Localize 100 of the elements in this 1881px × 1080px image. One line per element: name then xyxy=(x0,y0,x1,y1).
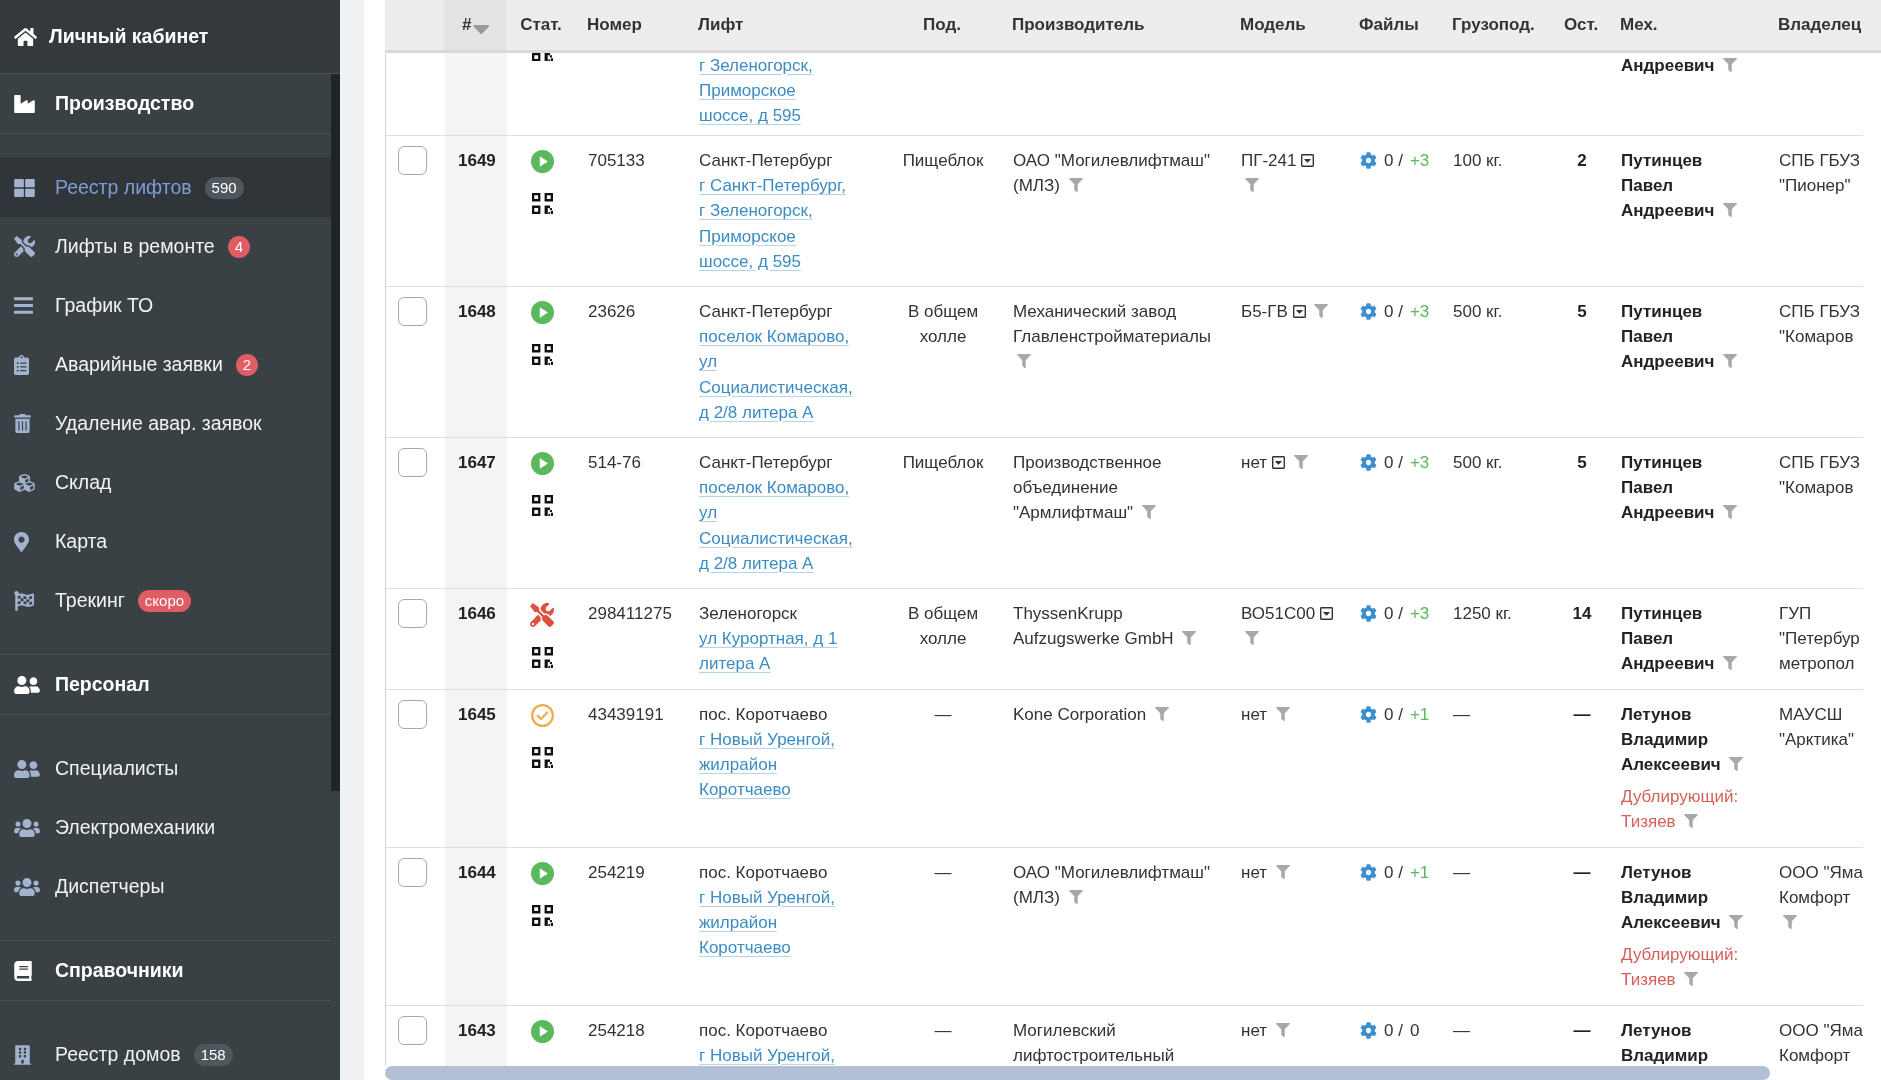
column-header[interactable]: Лифт xyxy=(698,15,744,35)
column-header[interactable]: Мех. xyxy=(1620,15,1658,35)
backup-mechanic-name: Тизяев xyxy=(1621,970,1676,990)
scrollbar-thumb[interactable] xyxy=(385,1066,1770,1080)
city-name: пос. Коротчаево xyxy=(699,861,828,884)
nav-item[interactable]: Реестр домов 158 xyxy=(0,1025,331,1080)
address-link[interactable]: г Новый Уренгой, жилрайон Коротчаево xyxy=(699,884,835,961)
column-header[interactable]: Под. xyxy=(923,15,961,35)
nav-item[interactable]: График ТО xyxy=(0,276,331,335)
qr-code-icon[interactable] xyxy=(531,904,553,926)
people-group-icon xyxy=(14,877,40,896)
entrance-text: — xyxy=(934,704,952,724)
nav-item[interactable]: Специалисты xyxy=(0,739,331,798)
column-header[interactable]: # xyxy=(462,15,490,35)
filter-icon[interactable] xyxy=(1068,178,1083,193)
filter-icon[interactable] xyxy=(1723,505,1738,520)
gear-icon[interactable] xyxy=(1360,605,1377,623)
row-checkbox[interactable] xyxy=(398,448,427,478)
filter-icon[interactable] xyxy=(1783,915,1797,930)
column-header[interactable]: Модель xyxy=(1240,15,1306,35)
qr-code-icon[interactable] xyxy=(531,746,553,768)
column-header[interactable]: Производитель xyxy=(1012,15,1145,35)
nav-item[interactable]: Карта xyxy=(0,512,331,571)
mechanic-name: Путинцев Павел Андреевич xyxy=(1621,604,1715,674)
address-link[interactable]: г Новый Уренгой, жилрайон Коротчаево xyxy=(699,726,835,803)
row-checkbox[interactable] xyxy=(398,857,427,887)
row-checkbox[interactable] xyxy=(398,1015,427,1045)
scrollbar-thumb[interactable] xyxy=(331,74,340,791)
filter-icon[interactable] xyxy=(1684,972,1699,987)
address-link[interactable]: поселок Комарово, ул Социалистическая, д 2/8 литера А xyxy=(699,324,853,426)
column-header[interactable]: Файлы xyxy=(1359,15,1419,35)
filter-icon[interactable] xyxy=(1275,864,1290,879)
filter-icon[interactable] xyxy=(1068,889,1083,904)
row-checkbox[interactable] xyxy=(398,146,427,175)
filter-icon[interactable] xyxy=(1729,915,1744,930)
qr-code-icon[interactable] xyxy=(531,193,553,214)
filter-icon[interactable] xyxy=(1684,814,1699,829)
row-checkbox[interactable] xyxy=(398,599,427,629)
row-checkbox[interactable] xyxy=(398,297,427,326)
row-checkbox[interactable] xyxy=(398,699,427,729)
nav-item[interactable]: Реестр лифтов 590 xyxy=(0,158,331,217)
nav-item[interactable]: Удаление авар. заявок xyxy=(0,394,331,453)
address-link[interactable]: поселок Комарово, ул Социалистическая, д 2/8 литера А xyxy=(699,475,853,577)
filter-icon[interactable] xyxy=(1314,304,1329,318)
home-link[interactable]: Личный кабинет xyxy=(0,0,340,74)
people-icon xyxy=(14,675,40,694)
manufacturer-name: Могилевский xyxy=(1013,1019,1116,1042)
address-link[interactable]: ул Курортная, д 1 литера А xyxy=(699,626,838,677)
filter-icon[interactable] xyxy=(1723,203,1738,218)
filter-icon[interactable] xyxy=(1275,1022,1290,1037)
filter-icon[interactable] xyxy=(1245,178,1259,193)
filter-icon[interactable] xyxy=(1017,354,1031,369)
filter-icon[interactable] xyxy=(1275,706,1290,721)
map-pin-icon xyxy=(14,531,29,552)
column-header[interactable]: Стат. xyxy=(520,15,562,35)
address-link[interactable]: г Зеленогорск, Приморское шоссе, д 595 xyxy=(699,53,813,129)
nav-item[interactable]: Диспетчеры xyxy=(0,857,331,916)
gear-icon[interactable] xyxy=(1360,303,1377,321)
address-link[interactable]: г Санкт-Петербург, г Зеленогорск, Приморское шоссе, д 595 xyxy=(699,173,846,274)
files-count: 0 / xyxy=(1384,1019,1403,1042)
column-header[interactable]: Ост. xyxy=(1563,15,1599,35)
capacity-text: 1250 кг. xyxy=(1453,604,1512,624)
entrance-text: — xyxy=(934,862,952,882)
nav-item[interactable]: Электромеханики xyxy=(0,798,331,857)
filter-icon[interactable] xyxy=(1182,631,1197,646)
qr-code-icon[interactable] xyxy=(531,53,553,62)
nav-item[interactable]: Аварийные заявки 2 xyxy=(0,335,331,394)
gear-icon[interactable] xyxy=(1360,705,1377,723)
capacity-text: 500 кг. xyxy=(1453,453,1503,473)
filter-icon[interactable] xyxy=(1293,455,1308,470)
manufacturer-name: (МЛЗ) xyxy=(1013,176,1060,196)
gear-icon[interactable] xyxy=(1360,1021,1377,1039)
filter-icon[interactable] xyxy=(1155,706,1169,721)
sort-caret-icon xyxy=(473,24,490,34)
qr-code-icon[interactable] xyxy=(531,647,553,669)
files-count: 0 / xyxy=(1384,452,1403,475)
filter-icon[interactable] xyxy=(1723,58,1738,72)
filter-icon[interactable] xyxy=(1723,354,1738,369)
qr-code-icon[interactable] xyxy=(531,344,553,365)
count-badge: 158 xyxy=(193,1043,233,1066)
capacity-text: — xyxy=(1453,1020,1470,1040)
grid-icon xyxy=(14,178,35,197)
gear-icon[interactable] xyxy=(1360,152,1377,170)
model-name: нет xyxy=(1241,453,1268,473)
nav-item[interactable]: Склад xyxy=(0,453,331,512)
gear-icon[interactable] xyxy=(1360,863,1377,881)
filter-icon[interactable] xyxy=(1245,631,1259,646)
column-header[interactable]: Владелец xyxy=(1778,15,1862,35)
nav-item[interactable]: Трекинг скоро xyxy=(0,571,331,630)
qr-code-icon[interactable] xyxy=(531,495,553,517)
filter-icon[interactable] xyxy=(1729,757,1744,772)
column-header[interactable]: Номер xyxy=(587,15,642,35)
column-header[interactable]: Грузопод. xyxy=(1452,15,1535,35)
checkered-flag-icon xyxy=(14,590,34,611)
gear-icon[interactable] xyxy=(1360,454,1377,472)
filter-icon[interactable] xyxy=(1141,505,1156,520)
mechanic-name: Путинцев Павел Андреевич xyxy=(1621,151,1715,221)
address-link[interactable]: г Новый Уренгой, xyxy=(699,1042,835,1066)
filter-icon[interactable] xyxy=(1723,656,1738,671)
nav-item[interactable]: Лифты в ремонте 4 xyxy=(0,217,331,276)
